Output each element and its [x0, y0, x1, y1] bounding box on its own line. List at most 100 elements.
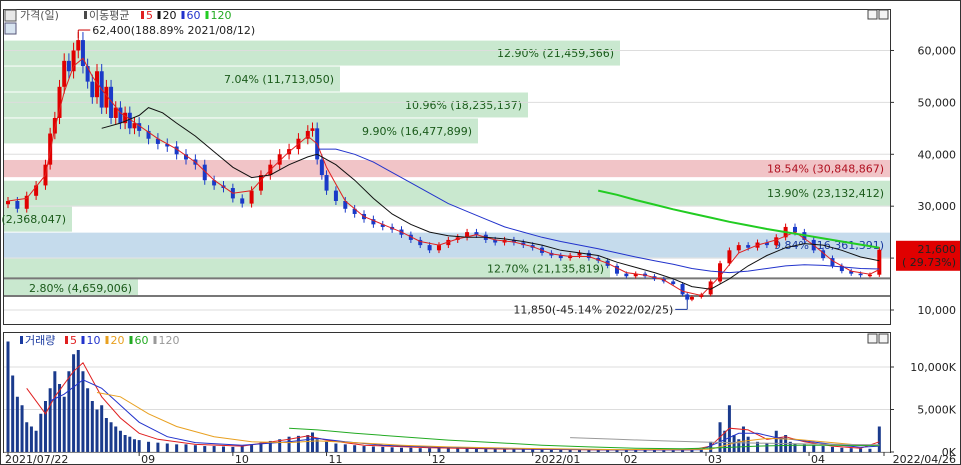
candle-body	[76, 40, 81, 51]
volume-bar	[325, 441, 329, 452]
candle-body	[727, 250, 732, 264]
volume-bar	[48, 388, 52, 452]
volume-bar	[474, 448, 478, 452]
volume-bar	[67, 371, 71, 452]
low-annotation: 11,850(-45.14% 2022/02/25)	[513, 303, 673, 316]
candle-body	[877, 249, 882, 275]
price-panel-max-button[interactable]	[867, 9, 878, 20]
volume-tick-label: 5,000K	[917, 404, 956, 417]
legend-swatch	[181, 11, 185, 19]
volume-bar	[746, 436, 750, 452]
candle-body	[66, 60, 71, 72]
volume-bar	[53, 371, 57, 452]
candle-body	[436, 245, 441, 251]
legend-swatch	[105, 336, 109, 344]
volume-legend-0: 거래량	[25, 334, 55, 347]
price-legend: 가격(일) 이동평균 5 20 60 120	[20, 8, 232, 22]
candle-body	[324, 175, 329, 191]
volume-bar	[624, 450, 628, 452]
volume-bar	[137, 440, 141, 452]
panel-collapse-button[interactable]	[4, 9, 17, 22]
volume-bar	[390, 447, 394, 452]
volume-panel-max-button[interactable]	[867, 333, 878, 344]
volume-profile-label: 1.42% (2,368,047)	[0, 213, 66, 226]
date-tick-label: 04	[811, 453, 825, 465]
volume-bar	[231, 446, 235, 452]
candle-body	[71, 50, 76, 72]
date-tick-label: 11	[329, 453, 343, 465]
volume-panel-close-button[interactable]	[878, 333, 889, 344]
volume-bar	[306, 435, 310, 452]
date-tick-label: 12	[432, 453, 446, 465]
price-legend-1: 이동평균	[89, 9, 129, 22]
volume-bar	[381, 446, 385, 452]
candle-body	[685, 294, 690, 300]
volume-bar	[362, 446, 366, 452]
volume-bar	[812, 445, 816, 452]
volume-bar	[104, 418, 108, 452]
candle-body	[792, 226, 797, 233]
volume-bar	[11, 375, 15, 452]
price-tick-label: 50,000	[918, 96, 957, 109]
candle-body	[62, 60, 67, 87]
volume-bar	[221, 446, 225, 452]
volume-bar	[849, 448, 853, 452]
volume-bar	[737, 439, 741, 452]
volume-bar	[634, 450, 638, 452]
volume-bar	[203, 446, 207, 452]
candle-body	[310, 128, 315, 131]
volume-bar	[123, 435, 127, 452]
price-tick-label: 30,000	[918, 200, 957, 213]
volume-bar	[741, 426, 745, 452]
volume-bar	[114, 426, 118, 452]
candle-body	[249, 190, 254, 204]
legend-swatch	[205, 11, 209, 19]
volume-bar	[493, 449, 497, 452]
price-legend-0: 가격(일)	[20, 8, 59, 22]
volume-bar	[409, 447, 413, 452]
volume-profile-label: 10.96% (18,235,137)	[405, 99, 522, 112]
legend-swatch	[65, 336, 68, 344]
volume-bar	[310, 432, 314, 452]
volume-bar	[25, 422, 29, 452]
volume-bar	[147, 441, 151, 452]
volume-bar	[132, 439, 136, 452]
volume-bar	[568, 449, 572, 452]
volume-bar	[371, 446, 375, 452]
volume-bar	[81, 371, 85, 452]
date-tick-label: 10	[235, 453, 249, 465]
candle-body	[774, 237, 779, 246]
candle-body	[867, 274, 872, 277]
volume-profile-band	[4, 180, 890, 206]
candle-body	[80, 40, 85, 67]
price-legend-4: 60	[187, 9, 201, 22]
volume-profile-label: 12.90% (21,459,366)	[497, 47, 614, 60]
current-price-change: ( 29.73%)	[902, 256, 956, 269]
volume-bar	[128, 436, 132, 452]
candle-body	[736, 245, 741, 251]
volume-profile-label: 18.54% (30,848,867)	[767, 163, 884, 176]
legend-swatch	[157, 11, 161, 19]
volume-bar	[821, 446, 825, 452]
candle-body	[52, 117, 57, 134]
volume-profile-label: 7.04% (11,713,050)	[224, 73, 334, 86]
volume-profile-label: 12.70% (21,135,819)	[487, 262, 604, 275]
volume-bar	[681, 450, 685, 452]
price-panel-close-button[interactable]	[878, 9, 889, 20]
volume-bar	[765, 443, 769, 452]
date-tick-label: 09	[141, 453, 155, 465]
price-legend-3: 20	[163, 9, 177, 22]
volume-profile-label: 2.80% (4,659,006)	[29, 282, 132, 295]
chart-settings-icon[interactable]	[4, 22, 17, 35]
volume-legend-4: 60	[135, 334, 149, 347]
volume-bar	[156, 442, 160, 452]
volume-legend-1: 5	[70, 334, 77, 347]
volume-bar	[184, 444, 188, 452]
volume-bar	[86, 388, 90, 452]
candle-body	[6, 200, 10, 205]
legend-swatch	[141, 11, 144, 19]
volume-bar	[662, 450, 666, 452]
volume-bar	[868, 448, 872, 452]
volume-bar	[418, 448, 422, 452]
volume-bar	[521, 449, 525, 452]
